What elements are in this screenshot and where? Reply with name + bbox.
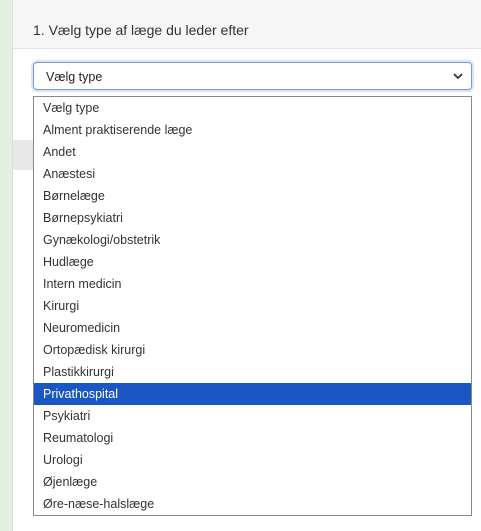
chevron-down-icon bbox=[453, 73, 463, 80]
dropdown-option[interactable]: Neuromedicin bbox=[34, 317, 471, 339]
dropdown-option[interactable]: Hudlæge bbox=[34, 251, 471, 273]
dropdown-option-highlighted[interactable]: Privathospital bbox=[34, 383, 471, 405]
panel-header: 1. Vælg type af læge du leder efter bbox=[13, 0, 481, 49]
dropdown-options-list: Vælg type Alment praktiserende læge Ande… bbox=[33, 96, 472, 516]
dropdown-option[interactable]: Anæstesi bbox=[34, 163, 471, 185]
dropdown-option[interactable]: Børnelæge bbox=[34, 185, 471, 207]
dropdown-option[interactable]: Ortopædisk kirurgi bbox=[34, 339, 471, 361]
question-panel: 1. Vælg type af læge du leder efter Vælg… bbox=[12, 0, 481, 531]
dropdown-option[interactable]: Gynækologi/obstetrik bbox=[34, 229, 471, 251]
dropdown-option[interactable]: Psykiatri bbox=[34, 405, 471, 427]
dropdown-option[interactable]: Vælg type bbox=[34, 97, 471, 119]
dropdown-option[interactable]: Urologi bbox=[34, 449, 471, 471]
select-current-value: Vælg type bbox=[46, 70, 103, 84]
dropdown-option[interactable]: Kirurgi bbox=[34, 295, 471, 317]
dropdown-option[interactable]: Andet bbox=[34, 141, 471, 163]
dropdown-option[interactable]: Øre-næse-halslæge bbox=[34, 493, 471, 515]
dropdown-option[interactable]: Alment praktiserende læge bbox=[34, 119, 471, 141]
dropdown-option[interactable]: Øjenlæge bbox=[34, 471, 471, 493]
doctor-type-select[interactable]: Vælg type bbox=[33, 62, 472, 90]
dropdown-option[interactable]: Reumatologi bbox=[34, 427, 471, 449]
dropdown-option[interactable]: Plastikkirurgi bbox=[34, 361, 471, 383]
dropdown-option[interactable]: Intern medicin bbox=[34, 273, 471, 295]
dropdown-option[interactable]: Børnepsykiatri bbox=[34, 207, 471, 229]
background-row-divider bbox=[13, 140, 33, 170]
question-title: 1. Vælg type af læge du leder efter bbox=[33, 22, 249, 38]
